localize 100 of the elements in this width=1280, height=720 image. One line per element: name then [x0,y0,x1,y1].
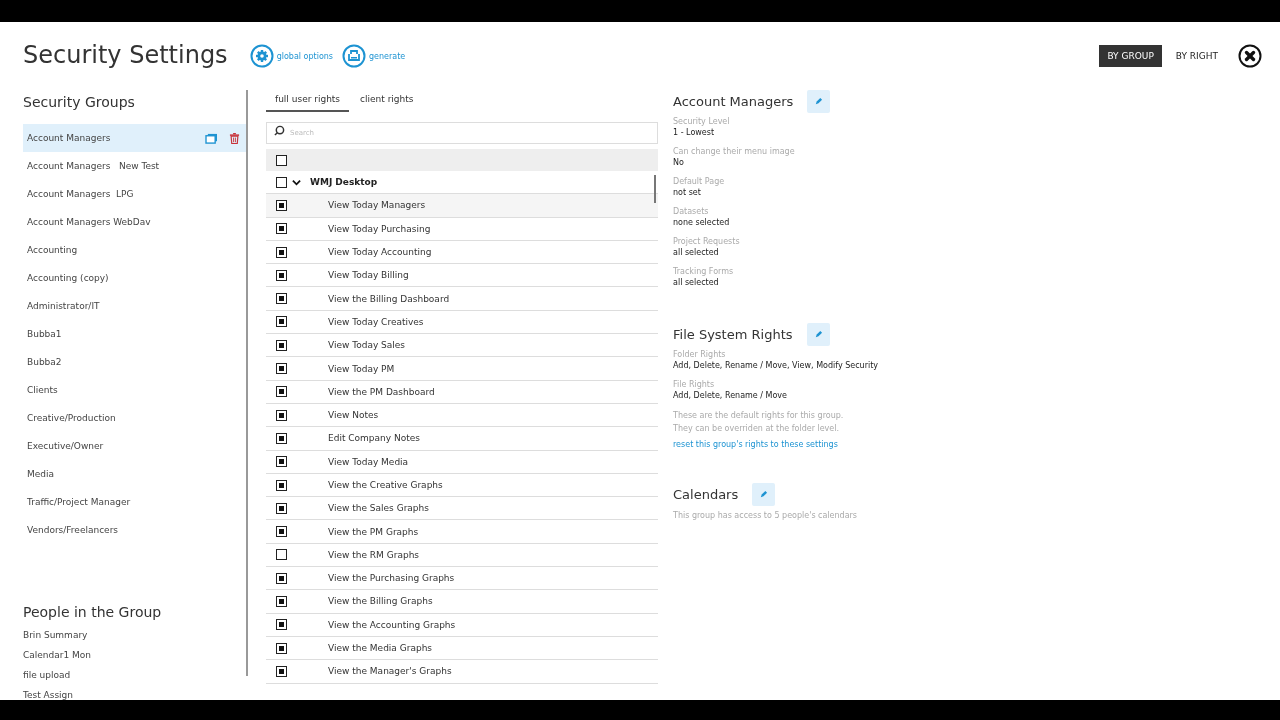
right-label: View the PM Graphs [328,526,419,537]
field-value: No [673,157,685,169]
group-item[interactable]: Accounting [23,236,246,264]
person-item: file upload [23,669,72,682]
group-item[interactable]: Accounting (copy) [23,264,246,292]
section-heading: File System Rights [673,327,793,342]
checkbox[interactable] [276,665,287,677]
person-item: Test Assign [23,689,75,700]
checkbox[interactable] [276,642,287,654]
checkbox[interactable] [276,316,287,328]
edit-button[interactable] [807,90,831,113]
right-label: View the PM Dashboard [328,386,435,397]
group-item[interactable]: Bubba1 [23,320,246,348]
field-value: Add, Delete, Rename / Move [673,390,788,402]
right-label: View Today Sales [328,340,406,351]
right-label: View the Purchasing Graphs [328,573,455,584]
group-item[interactable]: Creative/Production [23,404,246,432]
person-item: Brin Summary [23,629,89,642]
checkbox[interactable] [276,293,287,305]
right-label: View the Billing Dashboard [328,293,450,304]
printer-icon [342,44,367,68]
copy-icon[interactable] [205,132,218,144]
edit-button[interactable] [752,483,776,506]
right-label: View Today Creatives [328,316,424,327]
rights-group-label: WMJ Desktop [310,177,378,188]
note-text: This group has access to 5 people's calendars [673,510,859,522]
close-icon[interactable] [1238,44,1262,68]
section-heading: Calendars [673,487,739,502]
tab[interactable]: full user rights [266,90,350,112]
note-text: They can be overriden at the folder level. [673,423,841,435]
search-icon [274,125,285,136]
field-value: none selected [673,217,731,229]
section-heading: People in the Group [23,604,163,620]
scrollbar[interactable] [654,175,656,203]
caret-icon[interactable] [292,177,301,187]
checkbox[interactable] [276,223,287,235]
field-value: all selected [673,247,720,259]
page-title: Security Settings [23,41,228,69]
person-item: Calendar1 Mon [23,649,93,662]
checkbox[interactable] [276,176,287,188]
field-value: Add, Delete, Rename / Move, View, Modify Security [673,360,880,372]
checkbox[interactable] [276,596,287,607]
checkbox[interactable] [276,409,287,421]
right-label: View Today Media [328,456,409,467]
checkbox[interactable] [276,339,287,351]
checkbox[interactable] [276,199,287,211]
trash-icon[interactable] [229,132,240,144]
pencil-icon [814,97,824,106]
checkbox[interactable] [276,386,287,398]
view-toggle-button[interactable]: BY RIGHT [1167,45,1226,67]
reset-link[interactable]: reset this group's rights to these settings [673,440,1280,449]
field-label: Datasets [673,206,710,217]
field-value: 1 - Lowest [673,127,716,139]
checkbox[interactable] [276,549,287,561]
checkbox[interactable] [276,526,287,538]
note-text: These are the default rights for this group. [673,410,845,422]
group-item[interactable]: Executive/Owner [23,432,246,460]
checkbox[interactable] [276,269,287,281]
group-item[interactable]: Account Managers WebDav [23,208,246,236]
right-label: View Today Managers [328,200,426,211]
right-label: View the Sales Graphs [328,503,429,514]
checkbox[interactable] [276,154,287,166]
section-heading: Account Managers [673,94,794,109]
group-item[interactable]: Account Managers [23,124,246,152]
edit-button[interactable] [806,323,830,346]
header-link[interactable]: global options [249,44,334,68]
right-label: View Notes [328,410,379,421]
tab[interactable]: client rights [351,90,423,112]
pencil-icon [759,490,769,499]
view-toggle-button[interactable]: BY GROUP [1099,45,1162,67]
group-item[interactable]: Bubba2 [23,348,246,376]
field-label: Folder Rights [673,349,727,360]
checkbox[interactable] [276,479,287,491]
checkbox[interactable] [276,502,287,514]
checkbox[interactable] [276,619,287,631]
field-label: Default Page [673,176,726,187]
checkbox[interactable] [276,246,287,258]
group-item[interactable]: Account Managers New Test [23,152,246,180]
header-link[interactable]: generate [342,44,406,68]
checkbox[interactable] [276,456,287,468]
right-label: View the Billing Graphs [328,596,433,607]
right-label: View Today Purchasing [328,223,431,234]
field-label: Can change their menu image [673,146,796,157]
checkbox[interactable] [276,432,287,444]
group-item[interactable]: Traffic/Project Manager [23,488,246,516]
checkbox[interactable] [276,572,287,584]
right-label: View the Manager's Graphs [328,666,452,677]
field-label: File Rights [673,379,716,390]
section-heading: Security Groups [23,94,136,110]
group-item[interactable]: Media [23,460,246,488]
right-label: View the Media Graphs [328,643,433,654]
group-item[interactable]: Vendors/Freelancers [23,516,246,544]
field-label: Tracking Forms [673,266,735,277]
group-item[interactable]: Clients [23,376,246,404]
group-item[interactable]: Administrator/IT [23,292,246,320]
right-label: View Today PM [328,363,395,374]
pencil-icon [813,330,823,339]
field-label: Security Level [673,116,731,127]
group-item[interactable]: Account Managers LPG [23,180,246,208]
checkbox[interactable] [276,363,287,374]
